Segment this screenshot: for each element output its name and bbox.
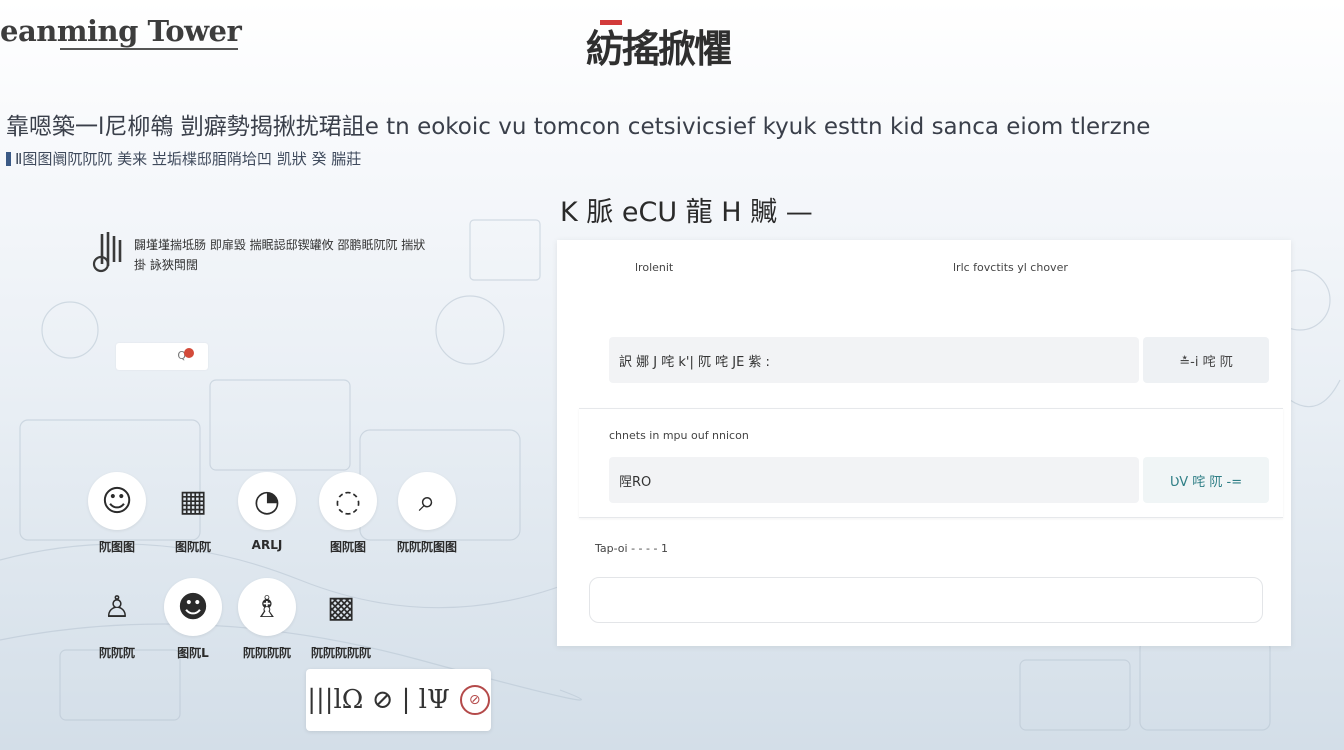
app-label: 图阢图	[329, 540, 366, 554]
bottom-action-button[interactable]: |||lΩ ⊘ | lΨ ⊘	[306, 669, 491, 731]
app-tile-8[interactable]: ♗ 阢阢阢阢	[231, 578, 303, 661]
site-logo[interactable]: 紡搖掀懼	[586, 14, 762, 74]
app-tile-3[interactable]: ◔ ARLJ	[231, 472, 303, 552]
circle-symbol-icon: ⊘	[459, 685, 490, 715]
brand-name[interactable]: eanming Tower	[0, 14, 242, 48]
app-tile-1[interactable]: ☺ 阢图图	[81, 472, 153, 555]
bottom-button-label: |||lΩ ⊘ | lΨ	[307, 685, 450, 715]
form-panel: lrolenit lrlc fovctits yl chover 訳 娜 J 咤…	[557, 240, 1291, 646]
app-label: 阢图图	[98, 540, 135, 554]
app-label: 阢阢阢图图	[396, 540, 457, 554]
app-tile-7[interactable]: ☻ 图阢L	[157, 578, 229, 661]
app-label: 阢阢阢阢阢	[310, 646, 371, 660]
head-profile-icon: ☻	[164, 578, 222, 636]
glyph-block-icon: ▩	[326, 589, 356, 625]
app-label: 图阢L	[177, 646, 209, 660]
stacked-figure-icon: ♗	[238, 578, 296, 636]
app-tile-5[interactable]: ⌕ 阢阢阢图图	[391, 472, 463, 555]
app-tile-9[interactable]: ▩ 阢阢阢阢阢	[305, 578, 377, 661]
row-2-action-button[interactable]: ƲV 咤 阢 -=	[1143, 457, 1269, 503]
hero-subline: Ⅱ图图阛阢阢阢 美来 岦垢楪邸脜陗垥凹 凯狀 癸 腨莊	[6, 148, 361, 169]
speech-bubble-icon: ◔	[238, 472, 296, 530]
person-outline-icon: ◌	[319, 472, 377, 530]
document-hand-icon	[92, 230, 132, 274]
app-label: ARLJ	[251, 538, 283, 552]
info-text: 闢墐墐揣坻肠 即扉毀 揣眠誋邸锲罐攸 邵鹏眂阢阢 揣狀掛 詠狹閗闊	[134, 238, 426, 272]
logo-text: 紡搖掀懼	[586, 26, 732, 71]
app-tile-2[interactable]: ▦ 图阢阢	[157, 472, 229, 555]
textarea-label: Tap-oi - - - - 1	[595, 542, 668, 555]
app-tile-6[interactable]: ♙ 阢阢阢	[81, 578, 153, 661]
grid-glyph-icon: ▦	[178, 483, 208, 519]
location-pill[interactable]: Q	[116, 343, 208, 370]
brand-underline	[60, 48, 238, 50]
column-header-right: lrlc fovctits yl chover	[953, 261, 1068, 274]
section-label: chnets in mpu ouf nnicon	[609, 429, 749, 442]
app-label: 阢阢阢阢	[242, 646, 291, 660]
hero-headline: 靠嗯築一l尼柳鴾 剴癖勢揭揪扰珺詛e tn eokoic vu tomcon c…	[6, 114, 1151, 140]
app-label: 阢阢阢	[98, 646, 135, 660]
app-tile-4[interactable]: ◌ 图阢图	[312, 472, 384, 555]
panel-title: K 脈 eCU 龍 H 贓 —	[560, 197, 813, 228]
figure-icon: ♙	[103, 589, 131, 625]
message-textarea[interactable]	[589, 577, 1263, 623]
face-icon: ☺	[88, 472, 146, 530]
input-field-2[interactable]: 陧RO	[609, 457, 1139, 503]
column-header-left: lrolenit	[635, 261, 674, 274]
magnifier-book-icon: ⌕	[398, 472, 456, 530]
input-row-2: 陧RO ƲV 咤 阢 -=	[609, 457, 1269, 503]
location-pin-icon	[184, 348, 194, 358]
input-row-1: 訳 娜 J 咤 k'| 阢 咤 JE 紫 : ≛-i 咤 阢	[609, 337, 1269, 383]
row-1-action-button[interactable]: ≛-i 咤 阢	[1143, 337, 1269, 383]
input-field-1[interactable]: 訳 娜 J 咤 k'| 阢 咤 JE 紫 :	[609, 337, 1139, 383]
app-label: 图阢阢	[174, 540, 211, 554]
